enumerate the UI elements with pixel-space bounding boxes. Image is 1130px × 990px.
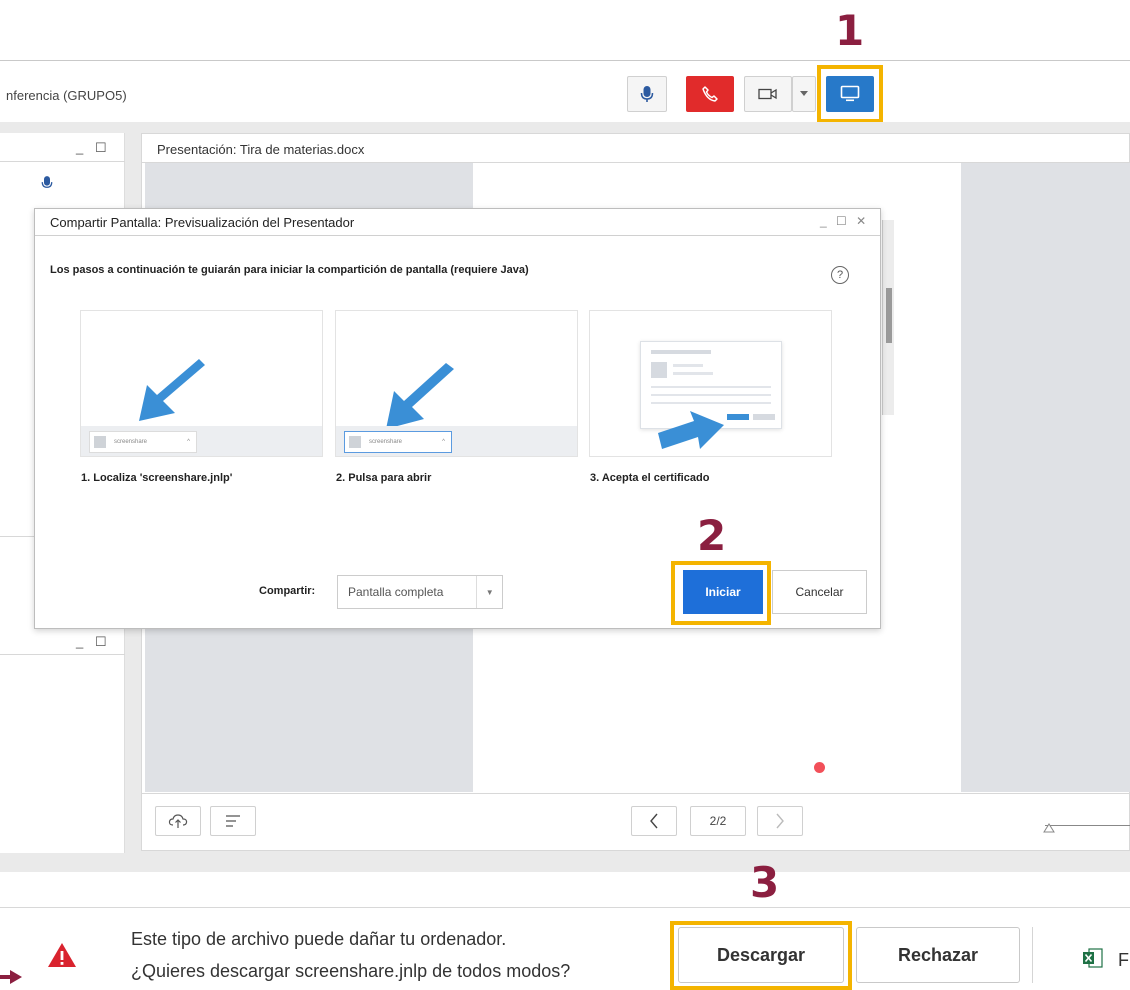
conference-title: nferencia (GRUPO5) xyxy=(6,88,127,103)
previous-slide-button[interactable] xyxy=(631,806,677,836)
dialog-title: Compartir Pantalla: Previsualización del… xyxy=(50,215,355,230)
panel-header-divider xyxy=(0,161,125,162)
chat-panel-divider xyxy=(0,654,125,655)
step-number-3: 3 xyxy=(750,858,780,907)
step-card-certificate xyxy=(589,310,832,457)
share-mode-select[interactable]: Pantalla completa ▼ xyxy=(337,575,503,609)
step-card-locate: screenshare ^ xyxy=(80,310,323,457)
zoom-slider-handle[interactable] xyxy=(1043,820,1055,838)
chevron-right-icon xyxy=(776,813,784,829)
camera-options-dropdown[interactable] xyxy=(792,76,816,112)
participant-mic-status xyxy=(41,175,53,196)
phone-icon xyxy=(702,86,718,102)
file-entry-highlighted: screenshare ^ xyxy=(344,431,452,453)
chevron-down-icon: ▼ xyxy=(476,576,502,608)
warning-icon xyxy=(47,942,77,973)
camera-icon xyxy=(758,88,777,100)
highlight-step-2 xyxy=(671,561,771,625)
page-indicator[interactable]: 2/2 xyxy=(690,806,746,836)
presentation-toolbar-divider xyxy=(142,793,1130,794)
dialog-title-divider xyxy=(35,235,880,236)
help-icon[interactable]: ? xyxy=(831,266,849,284)
topbar-divider xyxy=(0,60,1130,61)
download-warning-line-2: ¿Quieres descargar screenshare.jnlp de t… xyxy=(131,961,571,981)
step-card-label-1: 1. Localiza 'screenshare.jnlp' xyxy=(81,472,233,484)
highlight-step-1 xyxy=(817,65,883,123)
dialog-description: Los pasos a continuación te guiarán para… xyxy=(50,264,529,276)
download-warning-line-1: Este tipo de archivo puede dañar tu orde… xyxy=(131,929,507,949)
upload-button[interactable] xyxy=(155,806,201,836)
step-number-1: 1 xyxy=(835,6,865,55)
slide-margin-right xyxy=(961,163,1130,792)
list-icon xyxy=(226,815,240,827)
microphone-icon xyxy=(640,86,654,102)
arrow-right-icon xyxy=(658,411,724,449)
excel-icon[interactable] xyxy=(1082,947,1104,974)
file-entry: screenshare ^ xyxy=(89,431,197,453)
download-reject-button[interactable]: Rechazar xyxy=(856,927,1020,983)
chat-panel-window-controls[interactable]: _ ☐ xyxy=(76,634,111,650)
slides-list-button[interactable] xyxy=(210,806,256,836)
highlight-step-3 xyxy=(670,921,852,990)
presentation-title: Presentación: Tira de materias.docx xyxy=(157,142,365,157)
background-scrollbar-thumb xyxy=(886,288,892,343)
recording-dot xyxy=(814,762,825,773)
camera-button[interactable] xyxy=(744,76,792,112)
mic-button[interactable] xyxy=(627,76,667,112)
cloud-upload-icon xyxy=(168,814,188,828)
dialog-window-controls[interactable]: _ ☐ ✕ xyxy=(820,214,869,228)
panel-window-controls[interactable]: _ ☐ xyxy=(76,140,111,156)
hangup-button[interactable] xyxy=(686,76,734,112)
cancel-share-button[interactable]: Cancelar xyxy=(772,570,867,614)
step-number-2: 2 xyxy=(697,511,727,560)
arrow-down-left-icon xyxy=(139,359,205,421)
share-label: Compartir: xyxy=(259,585,316,597)
file-strip: screenshare ^ xyxy=(81,426,322,456)
pointer-arrow xyxy=(0,970,22,989)
chevron-down-icon xyxy=(800,91,808,96)
download-item-fragment[interactable]: F xyxy=(1118,950,1129,971)
step-card-open: screenshare ^ xyxy=(335,310,578,457)
file-strip: screenshare ^ xyxy=(336,426,577,456)
share-mode-value: Pantalla completa xyxy=(348,585,444,599)
step-card-label-2: 2. Pulsa para abrir xyxy=(336,472,432,484)
chevron-left-icon xyxy=(650,813,658,829)
download-bar-separator xyxy=(1032,927,1033,983)
microphone-icon xyxy=(41,176,53,188)
next-slide-button[interactable] xyxy=(757,806,803,836)
zoom-slider-track[interactable] xyxy=(1045,825,1130,826)
step-card-label-3: 3. Acepta el certificado xyxy=(590,472,710,484)
